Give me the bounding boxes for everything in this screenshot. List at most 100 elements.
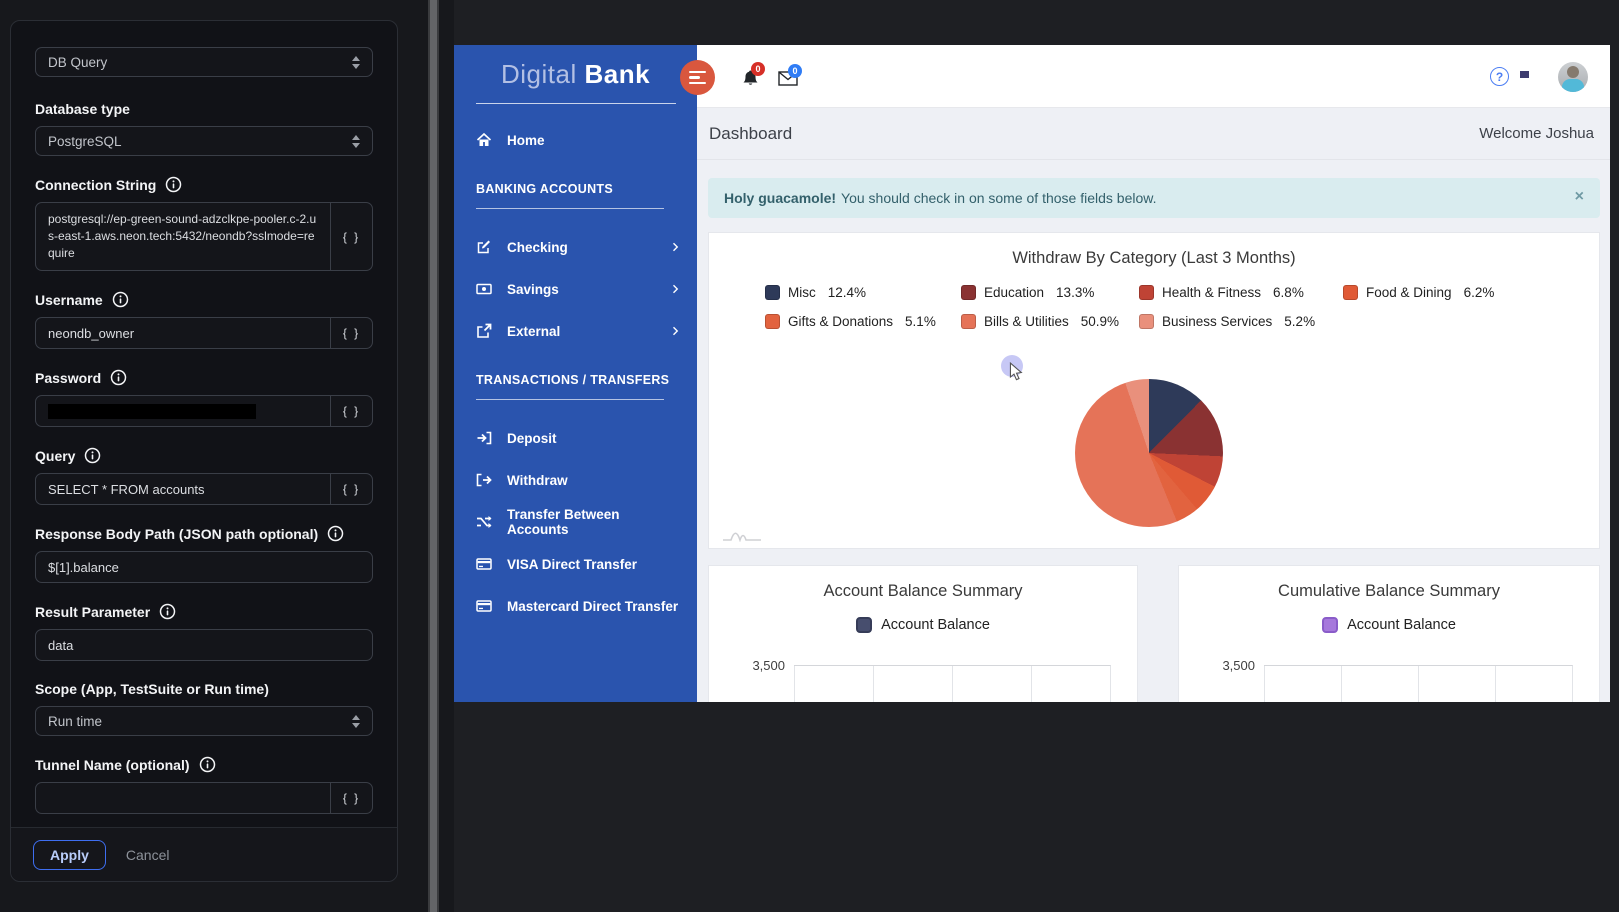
account-balance-summary-card: Account Balance Summary Account Balance … <box>708 565 1138 702</box>
form-footer: Apply Cancel <box>11 827 397 881</box>
info-icon[interactable] <box>327 525 344 542</box>
external-link-icon <box>476 323 492 339</box>
sidebar-item-checking[interactable]: Checking <box>454 237 697 257</box>
brand-logo: Digital Bank <box>454 59 697 90</box>
database-type-select[interactable]: PostgreSQL <box>35 126 373 156</box>
page-title: Dashboard <box>709 124 792 144</box>
bell-badge: 0 <box>751 62 765 76</box>
sidebar-item-transfer-between-accounts[interactable]: Transfer Between Accounts <box>454 512 697 532</box>
connection-string-input[interactable]: postgresql://ep-green-sound-adzclkpe-poo… <box>36 203 330 270</box>
select-updown-icon <box>352 715 360 728</box>
variables-braces-button[interactable]: { } <box>330 783 372 813</box>
tunnel-name-input[interactable] <box>36 783 330 813</box>
sidebar-toggle-button[interactable] <box>680 60 715 95</box>
sidebar-section-transactions: TRANSACTIONS / TRANSFERS <box>476 373 675 387</box>
scope-label: Scope (App, TestSuite or Run time) <box>35 681 373 697</box>
help-button[interactable]: ? <box>1490 67 1509 86</box>
legend-item-gifts-donations[interactable]: Gifts & Donations 5.1% <box>765 314 961 329</box>
avatar <box>1558 62 1588 92</box>
scope-select[interactable]: Run time <box>35 706 373 736</box>
cumulative-balance-summary-card: Cumulative Balance Summary Account Balan… <box>1178 565 1600 702</box>
info-icon[interactable] <box>84 447 101 464</box>
scope-value: Run time <box>48 714 102 729</box>
alert-bold-text: Holy guacamole! <box>724 190 836 206</box>
vertical-scrollbar[interactable] <box>428 0 439 912</box>
bar-legend[interactable]: Account Balance <box>1179 617 1599 633</box>
select-updown-icon <box>352 135 360 148</box>
credit-card-icon <box>476 556 492 572</box>
tunnel-name-field: { } <box>35 782 373 814</box>
legend-item-food-dining[interactable]: Food & Dining 6.2% <box>1343 285 1494 300</box>
money-bill-icon <box>476 281 492 297</box>
step-type-value: DB Query <box>48 55 107 70</box>
variables-braces-button[interactable]: { } <box>330 203 372 270</box>
app-header: 0 0 ? <box>697 45 1610 108</box>
bar-chart-title: Account Balance Summary <box>709 566 1137 601</box>
legend-item-business-services[interactable]: Business Services 5.2% <box>1139 314 1343 329</box>
sidebar-item-home[interactable]: Home <box>454 130 697 150</box>
bar-chart-title: Cumulative Balance Summary <box>1179 566 1599 601</box>
alert-close-icon[interactable]: × <box>1575 188 1584 206</box>
y-axis-tick: 3,500 <box>1207 658 1255 673</box>
info-icon[interactable] <box>110 369 127 386</box>
response-body-path-label: Response Body Path (JSON path optional) <box>35 525 373 542</box>
pie-legend: Misc 12.4% Education 13.3% Health & Fitn… <box>765 285 1494 329</box>
tunnel-name-label: Tunnel Name (optional) <box>35 756 373 773</box>
sidebar-item-external[interactable]: External <box>454 321 697 341</box>
messages-envelope[interactable]: 0 <box>778 71 798 91</box>
user-avatar[interactable] <box>1558 62 1588 92</box>
pie-chart-title: Withdraw By Category (Last 3 Months) <box>709 233 1599 268</box>
sign-out-icon <box>476 472 492 488</box>
variables-braces-button[interactable]: { } <box>330 318 372 348</box>
response-body-path-field: $[1].balance <box>35 551 373 583</box>
chart-axis-area: 3,500 <box>709 665 1137 702</box>
query-label: Query <box>35 447 373 464</box>
sidebar-item-deposit[interactable]: Deposit <box>454 428 697 448</box>
result-parameter-input[interactable]: data <box>36 630 372 660</box>
username-field: neondb_owner { } <box>35 317 373 349</box>
chart-axis-area: 3,500 <box>1179 665 1599 702</box>
chart-watermark-icon <box>721 526 765 542</box>
variables-braces-button[interactable]: { } <box>330 396 372 426</box>
credit-card-icon <box>476 598 492 614</box>
db-query-form-card: DB Query Database type PostgreSQL Connec… <box>10 20 398 882</box>
sidebar-item-visa-direct-transfer[interactable]: VISA Direct Transfer <box>454 554 697 574</box>
alert-banner: Holy guacamole! You should check in on s… <box>708 178 1600 218</box>
pie-chart[interactable] <box>1075 379 1223 527</box>
bar-legend[interactable]: Account Balance <box>709 617 1137 633</box>
legend-item-education[interactable]: Education 13.3% <box>961 285 1139 300</box>
legend-swatch <box>961 314 976 329</box>
shuffle-icon <box>476 514 492 530</box>
password-label: Password <box>35 369 373 386</box>
query-input[interactable]: SELECT * FROM accounts <box>36 474 330 504</box>
username-input[interactable]: neondb_owner <box>36 318 330 348</box>
info-icon[interactable] <box>159 603 176 620</box>
sidebar-item-mastercard-direct-transfer[interactable]: Mastercard Direct Transfer <box>454 596 697 616</box>
variables-braces-button[interactable]: { } <box>330 474 372 504</box>
legend-item-bills-utilities[interactable]: Bills & Utilities 50.9% <box>961 314 1139 329</box>
pencil-square-icon <box>476 239 492 255</box>
sidebar-item-withdraw[interactable]: Withdraw <box>454 470 697 490</box>
notifications-bell[interactable]: 0 <box>741 69 760 93</box>
password-field: { } <box>35 395 373 427</box>
info-icon[interactable] <box>165 176 182 193</box>
page-bar: Dashboard Welcome Joshua <box>697 108 1610 160</box>
select-updown-icon <box>352 56 360 69</box>
database-type-value: PostgreSQL <box>48 134 122 149</box>
apply-button[interactable]: Apply <box>33 840 106 870</box>
legend-item-health-fitness[interactable]: Health & Fitness 6.8% <box>1139 285 1343 300</box>
sidebar-item-savings[interactable]: Savings <box>454 279 697 299</box>
sidebar-section-banking-accounts: BANKING ACCOUNTS <box>476 182 675 196</box>
legend-swatch <box>1139 314 1154 329</box>
step-type-select[interactable]: DB Query <box>35 47 373 77</box>
screen: DB Query Database type PostgreSQL Connec… <box>0 0 1619 912</box>
legend-item-misc[interactable]: Misc 12.4% <box>765 285 961 300</box>
response-body-path-input[interactable]: $[1].balance <box>36 552 372 582</box>
brand-divider <box>476 103 676 104</box>
digital-bank-window: Digital Bank Home BANKING ACCOUNTS Check… <box>454 45 1610 702</box>
password-input[interactable] <box>36 396 330 426</box>
info-icon[interactable] <box>199 756 216 773</box>
cancel-button[interactable]: Cancel <box>126 847 170 863</box>
info-icon[interactable] <box>112 291 129 308</box>
withdraw-by-category-card: Withdraw By Category (Last 3 Months) Mis… <box>708 232 1600 549</box>
